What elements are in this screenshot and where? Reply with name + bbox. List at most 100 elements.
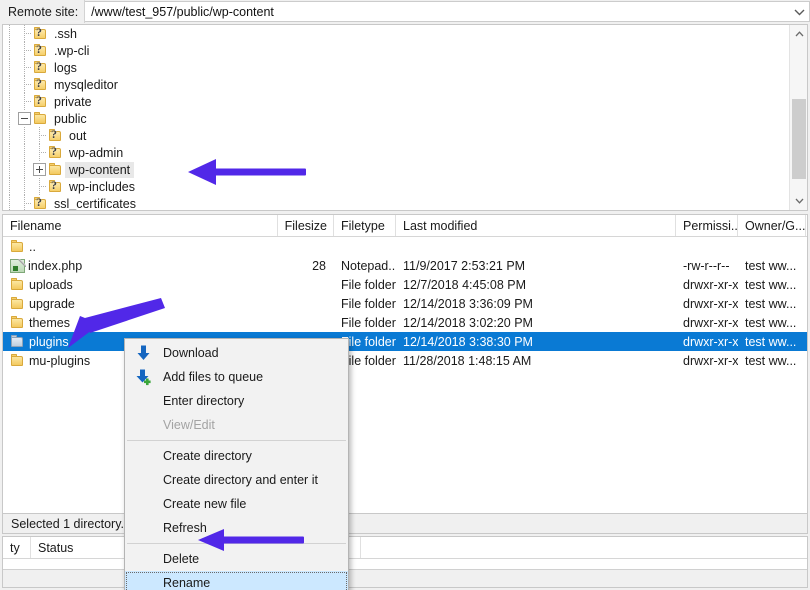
menu-item-label: Create directory and enter it [163, 473, 318, 487]
tree-expander-minus[interactable] [18, 112, 31, 125]
menu-item-label: Rename [163, 576, 210, 590]
file-name-label: upgrade [29, 297, 75, 311]
scroll-up-icon[interactable] [790, 25, 808, 43]
column-header-perms[interactable]: Permissi... [676, 215, 738, 236]
column-header-label: Last modified [403, 219, 477, 233]
menu-item-create-new-file[interactable]: Create new file [125, 492, 348, 516]
tree-item-private[interactable]: ?private [3, 93, 789, 110]
column-header-label: Permissi... [683, 219, 738, 233]
file-perms-label: drwxr-xr-x [683, 354, 738, 368]
file-name-label: index.php [28, 259, 82, 273]
menu-item-create-directory[interactable]: Create directory [125, 444, 348, 468]
tree-item-label: wp-includes [65, 179, 139, 195]
scroll-down-icon[interactable] [790, 192, 808, 210]
tree-item-label: wp-admin [65, 145, 127, 161]
remote-site-path[interactable]: /www/test_957/public/wp-content [85, 5, 274, 19]
menu-item-label: Download [163, 346, 219, 360]
menu-item-label: Add files to queue [163, 370, 263, 384]
tree-guide-line [18, 161, 33, 178]
file-name-label: themes [29, 316, 70, 330]
tree-item-wp-includes[interactable]: ?wp-includes [3, 178, 789, 195]
menu-item-rename[interactable]: Rename [125, 571, 348, 590]
file-cell-owner: test ww... [738, 316, 806, 330]
tree-guide-line [3, 161, 18, 178]
file-row[interactable]: .. [3, 237, 807, 256]
file-cell-name: themes [3, 316, 278, 330]
remote-directory-tree[interactable]: ?.ssh?.wp-cli?logs?mysqleditor?privatepu… [2, 24, 808, 211]
file-perms-label: drwxr-xr-x [683, 335, 738, 349]
folder-icon [10, 297, 25, 310]
tree-vertical-scrollbar[interactable] [789, 25, 807, 210]
folder-unknown-icon: ? [33, 44, 48, 57]
queue-column-header[interactable]: ty [3, 537, 31, 558]
file-cell-owner: test ww... [738, 259, 806, 273]
selection-status-text: Selected 1 directory. [3, 517, 124, 531]
file-name-label: mu-plugins [29, 354, 90, 368]
file-cell-perms: drwxr-xr-x [676, 297, 738, 311]
filezilla-remote-pane: Remote site: /www/test_957/public/wp-con… [0, 0, 810, 590]
menu-item-enter-directory[interactable]: Enter directory [125, 389, 348, 413]
column-header-type[interactable]: Filetype [334, 215, 396, 236]
folder-unknown-icon: ? [33, 78, 48, 91]
tree-item-label: .ssh [50, 26, 81, 42]
tree-guide-line [18, 178, 33, 195]
menu-item-refresh[interactable]: Refresh [125, 516, 348, 540]
folder-unknown-icon: ? [48, 180, 63, 193]
tree-guide-line [3, 42, 18, 59]
tree-item-logs[interactable]: ?logs [3, 59, 789, 76]
column-header-name[interactable]: Filename [3, 215, 278, 236]
folder-icon [10, 278, 25, 291]
menu-item-delete[interactable]: Delete [125, 547, 348, 571]
remote-site-combo[interactable]: /www/test_957/public/wp-content [85, 1, 810, 22]
folder-unknown-icon: ? [33, 61, 48, 74]
file-row[interactable]: index.php28Notepad...11/9/2017 2:53:21 P… [3, 256, 807, 275]
file-cell-owner: test ww... [738, 297, 806, 311]
file-cell-name: index.php [3, 259, 278, 273]
column-header-owner[interactable]: Owner/G... [738, 215, 806, 236]
menu-item-create-directory-and-enter-it[interactable]: Create directory and enter it [125, 468, 348, 492]
menu-item-label: Enter directory [163, 394, 244, 408]
menu-item-download[interactable]: Download [125, 341, 348, 365]
file-row[interactable]: themesFile folder12/14/2018 3:02:20 PMdr… [3, 313, 807, 332]
tree-item-public[interactable]: public [3, 110, 789, 127]
file-type-label: File folder [341, 316, 396, 330]
folder-icon [10, 354, 25, 367]
file-perms-label: drwxr-xr-x [683, 278, 738, 292]
menu-item-label: Create directory [163, 449, 252, 463]
tree-item-ssl-certificates[interactable]: ?ssl_certificates [3, 195, 789, 210]
tree-expander-plus[interactable] [33, 163, 46, 176]
tree-guide-line [33, 127, 48, 144]
tree-item-label: .wp-cli [50, 43, 93, 59]
remote-site-bar: Remote site: /www/test_957/public/wp-con… [0, 0, 810, 23]
file-owner-label: test ww... [745, 297, 796, 311]
tree-item-wp-content[interactable]: wp-content [3, 161, 789, 178]
tree-item--ssh[interactable]: ?.ssh [3, 25, 789, 42]
file-row[interactable]: uploadsFile folder12/7/2018 4:45:08 PMdr… [3, 275, 807, 294]
menu-item-label: View/Edit [163, 418, 215, 432]
menu-item-add-files-to-queue[interactable]: Add files to queue [125, 365, 348, 389]
tree-scroll-thumb[interactable] [792, 99, 806, 179]
tree-item-out[interactable]: ?out [3, 127, 789, 144]
file-owner-label: test ww... [745, 278, 796, 292]
file-size-label: 28 [312, 259, 326, 273]
tree-guide-line [3, 127, 18, 144]
transfer-queue-pane[interactable]: tyStatus [2, 536, 808, 588]
folder-unknown-icon: ? [48, 129, 63, 142]
chevron-down-icon[interactable] [789, 2, 809, 21]
tree-item-mysqleditor[interactable]: ?mysqleditor [3, 76, 789, 93]
remote-file-list[interactable]: FilenameFilesizeFiletype Last modified Per… [2, 214, 808, 516]
tree-guide-line [3, 110, 18, 127]
column-header-size[interactable]: Filesize [278, 215, 334, 236]
download-arrow-icon [135, 345, 152, 362]
tree-item--wp-cli[interactable]: ?.wp-cli [3, 42, 789, 59]
file-cell-name: .. [3, 240, 278, 254]
file-row[interactable]: upgradeFile folder12/14/2018 3:36:09 PMd… [3, 294, 807, 313]
file-list-header[interactable]: FilenameFilesizeFiletype Last modified Per… [3, 215, 807, 237]
file-modified-label: 11/28/2018 1:48:15 AM [403, 354, 531, 368]
column-header-modified[interactable]: Last modified [396, 215, 676, 236]
file-context-menu[interactable]: Download Add files to queue Enter director… [124, 338, 349, 590]
tree-item-wp-admin[interactable]: ?wp-admin [3, 144, 789, 161]
tree-guide-line [18, 195, 33, 210]
tree-guide-line [3, 76, 18, 93]
file-modified-label: 11/9/2017 2:53:21 PM [403, 259, 525, 273]
